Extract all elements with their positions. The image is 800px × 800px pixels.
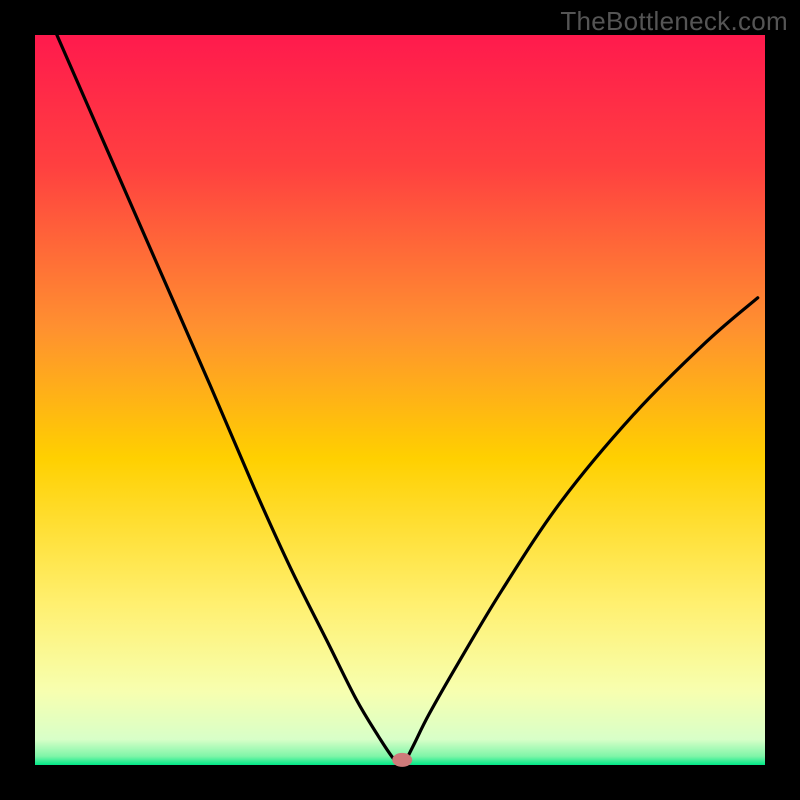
optimal-point-marker [392, 753, 412, 767]
bottleneck-chart [0, 0, 800, 800]
chart-frame: TheBottleneck.com [0, 0, 800, 800]
plot-background [35, 35, 765, 765]
